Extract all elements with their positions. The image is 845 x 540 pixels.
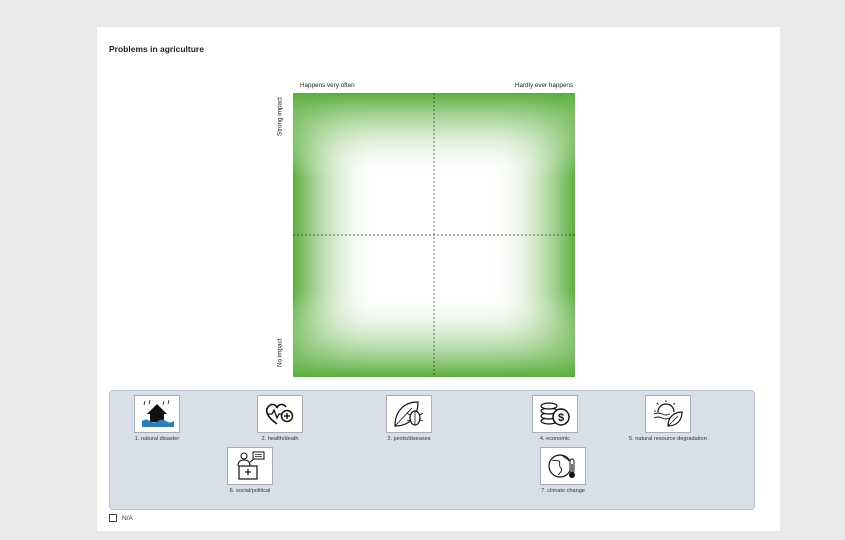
speaker-podium-icon — [227, 447, 273, 485]
flood-house-icon — [134, 395, 180, 433]
svg-text:$: $ — [558, 412, 564, 424]
draggable-item-health-death[interactable]: 2. health/death — [257, 395, 303, 442]
na-option[interactable]: N/A — [109, 514, 133, 522]
na-label: N/A — [122, 514, 133, 522]
coins-dollar-icon: $ — [532, 395, 578, 433]
draggable-item-economic[interactable]: $ 4. economic — [532, 395, 578, 442]
question-title: Problems in agriculture — [109, 44, 204, 54]
axis-label-left-top: Strong impact — [276, 97, 284, 136]
draggable-item-social-political[interactable]: 6. social/political — [227, 447, 273, 494]
axis-label-top-right: Hardly ever happens — [514, 82, 573, 89]
na-checkbox[interactable] — [109, 514, 117, 522]
question-card: Problems in agriculture Happens very oft… — [97, 27, 780, 531]
heartbeat-plus-icon — [257, 395, 303, 433]
draggable-item-natural-resource-degradation[interactable]: 5. natural resource degradation — [629, 395, 707, 442]
draggable-item-pests-diseases[interactable]: 3. pests/diseases — [386, 395, 432, 442]
axis-label-top-left: Happens very often — [300, 82, 355, 89]
priority-matrix: Happens very often Hardly ever happens S… — [270, 74, 592, 378]
globe-thermometer-icon — [540, 447, 586, 485]
sun-leaf-icon — [644, 395, 691, 433]
axis-label-left-bottom: No impact — [276, 338, 284, 367]
draggable-item-natural-disaster[interactable]: 1. natural disaster — [134, 395, 180, 442]
leaf-beetle-icon — [386, 395, 432, 433]
item-tray: 1. natural disaster 2. health/death 3. p… — [109, 390, 755, 510]
draggable-item-climate-change[interactable]: 7. climate change — [540, 447, 586, 494]
matrix-drop-area[interactable] — [293, 93, 575, 377]
